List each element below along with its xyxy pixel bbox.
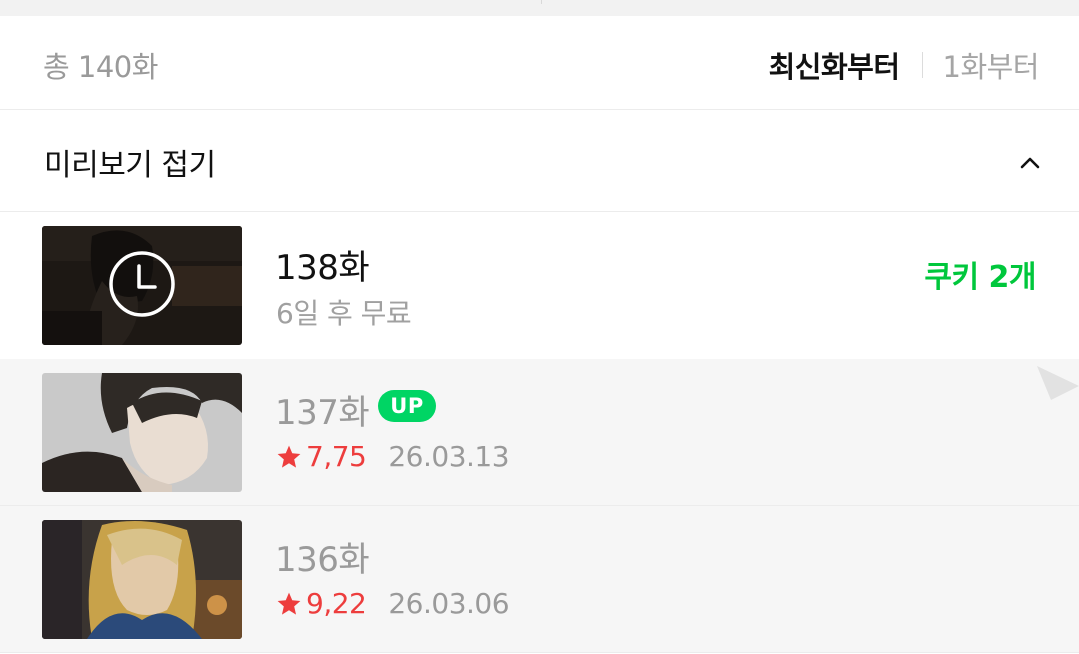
episode-summary-bar: 총 140화 최신화부터 1화부터 xyxy=(0,16,1079,110)
episode-thumbnail xyxy=(42,373,242,492)
up-badge: UP xyxy=(378,390,436,422)
rating-value: 9,22 xyxy=(306,587,367,620)
free-countdown: 6일 후 무료 xyxy=(276,297,412,330)
rating-line: 9,22 26.03.06 xyxy=(276,587,510,620)
episode-row-locked[interactable]: 138화 6일 후 무료 쿠키 2개 xyxy=(0,212,1079,359)
side-arrow-tab-icon[interactable] xyxy=(1037,364,1079,402)
sort-options: 최신화부터 1화부터 xyxy=(769,44,1040,86)
release-date: 26.03.13 xyxy=(388,440,510,473)
episode-row[interactable]: 136화 9,22 26.03.06 xyxy=(0,506,1079,653)
total-episode-count: 총 140화 xyxy=(43,50,158,84)
top-strip xyxy=(0,0,1079,16)
cookie-price: 쿠키 2개 xyxy=(924,260,1036,295)
sort-first-button[interactable]: 1화부터 xyxy=(943,44,1040,86)
preview-toggle-label: 미리보기 접기 xyxy=(44,148,216,183)
sort-latest-button[interactable]: 최신화부터 xyxy=(769,44,900,86)
episode-row[interactable]: 137화 UP 7,75 26.03.13 xyxy=(0,359,1079,506)
star-icon xyxy=(277,445,301,468)
preview-collapse-toggle[interactable]: 미리보기 접기 xyxy=(0,110,1079,212)
episode-title: 138화 xyxy=(275,248,370,288)
star-icon xyxy=(277,592,301,615)
chevron-up-icon xyxy=(1020,157,1040,169)
clock-icon xyxy=(109,251,175,317)
rating-value: 7,75 xyxy=(306,440,367,473)
release-date: 26.03.06 xyxy=(388,587,510,620)
episode-title: 137화 xyxy=(275,393,370,433)
episode-thumbnail xyxy=(42,520,242,639)
episode-title: 136화 xyxy=(275,540,370,580)
episode-thumbnail xyxy=(42,226,242,345)
divider xyxy=(541,0,542,4)
sort-divider xyxy=(921,52,923,78)
rating-line: 7,75 26.03.13 xyxy=(276,440,510,473)
